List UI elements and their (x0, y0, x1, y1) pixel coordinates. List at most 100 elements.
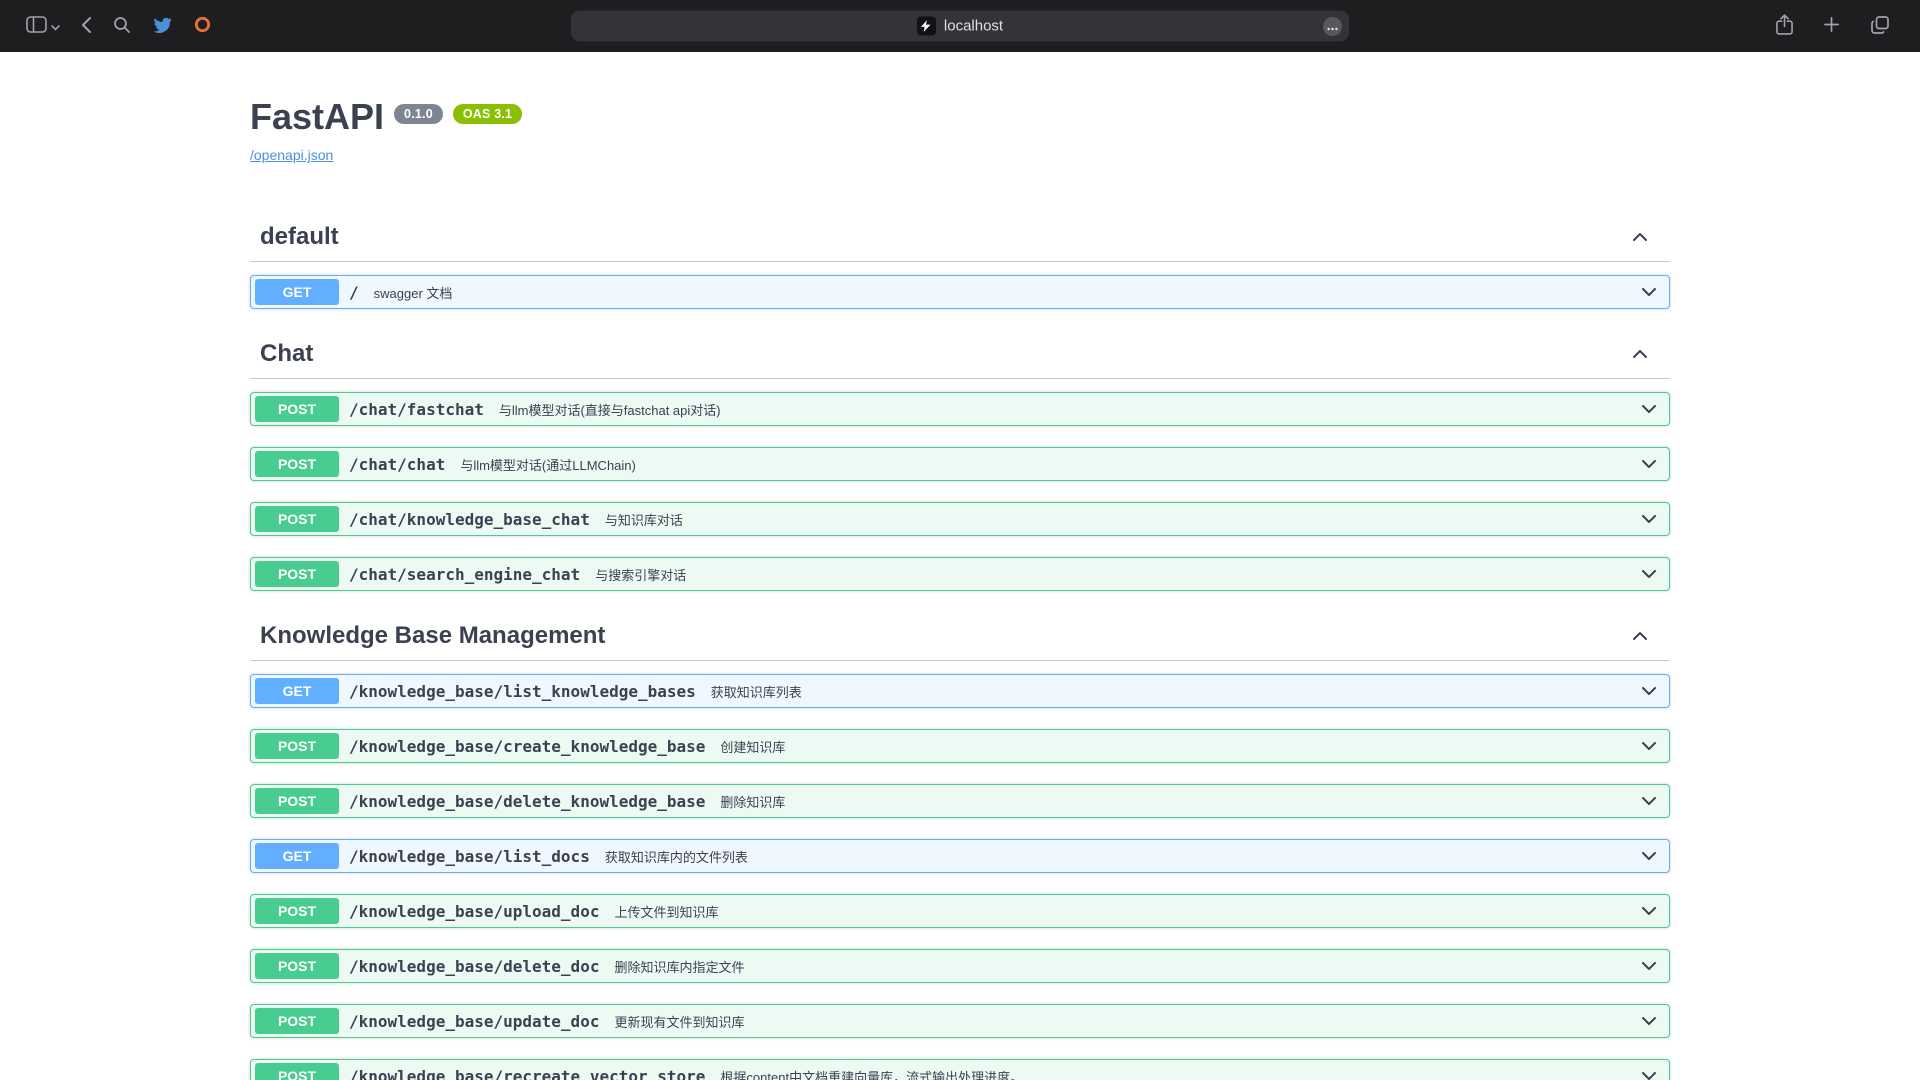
chevron-down-icon (1639, 791, 1659, 811)
method-badge: POST (255, 1008, 339, 1034)
version-badge: 0.1.0 (394, 104, 443, 124)
tab-overview-button[interactable] (1866, 11, 1894, 42)
chevron-down-icon (51, 19, 60, 34)
operation-description: 获取知识库列表 (711, 682, 802, 701)
operation-row[interactable]: POST /knowledge_base/update_doc 更新现有文件到知… (250, 1004, 1670, 1038)
ellipsis-icon (1327, 19, 1338, 34)
api-info: FastAPI 0.1.0 OAS 3.1 /openapi.json (250, 96, 1670, 165)
operation-row[interactable]: POST /knowledge_base/recreate_vector_sto… (250, 1059, 1670, 1080)
method-badge: POST (255, 898, 339, 924)
operation-path: /chat/fastchat (349, 400, 484, 419)
chevron-down-icon (1639, 846, 1659, 866)
operation-description: 上传文件到知识库 (614, 902, 718, 921)
operation-path: /knowledge_base/update_doc (349, 1012, 599, 1031)
operation-row[interactable]: POST /knowledge_base/upload_doc 上传文件到知识库 (250, 894, 1670, 928)
operation-description: swagger 文档 (374, 283, 453, 302)
method-badge: POST (255, 396, 339, 422)
api-sections: default GET / swagger 文档 Chat POST /chat… (250, 213, 1670, 1080)
operation-row[interactable]: POST /chat/knowledge_base_chat 与知识库对话 (250, 502, 1670, 536)
chevron-down-icon (1639, 1011, 1659, 1031)
openapi-spec-link[interactable]: /openapi.json (250, 147, 333, 163)
chevron-down-icon (1639, 681, 1659, 701)
chevron-up-icon (1630, 227, 1650, 247)
bird-extension-icon (152, 16, 172, 36)
operation-path: / (349, 283, 359, 302)
oas-badge: OAS 3.1 (453, 104, 522, 124)
method-badge: POST (255, 733, 339, 759)
operation-description: 与llm模型对话(通过LLMChain) (460, 455, 636, 474)
operation-path: /knowledge_base/list_docs (349, 847, 590, 866)
sidebar-toggle-button[interactable] (22, 12, 64, 40)
section-operations: GET / swagger 文档 (250, 275, 1670, 309)
operation-path: /knowledge_base/upload_doc (349, 902, 599, 921)
operation-description: 与llm模型对话(直接与fastchat api对话) (499, 400, 721, 419)
operation-description: 更新现有文件到知识库 (614, 1012, 744, 1031)
chevron-up-icon (1630, 626, 1650, 646)
page-options-button[interactable] (1323, 17, 1342, 36)
browser-toolbar: localhost (0, 0, 1920, 52)
operation-path: /knowledge_base/recreate_vector_store (349, 1067, 705, 1080)
page-title: FastAPI 0.1.0 OAS 3.1 (250, 96, 1670, 137)
share-icon (1776, 14, 1793, 38)
swagger-page: FastAPI 0.1.0 OAS 3.1 /openapi.json defaul… (0, 52, 1920, 1080)
section-header[interactable]: Chat (250, 330, 1670, 379)
ring-extension-button[interactable] (189, 11, 216, 41)
method-badge: POST (255, 561, 339, 587)
operation-row[interactable]: POST /chat/chat 与llm模型对话(通过LLMChain) (250, 447, 1670, 481)
chevron-down-icon (1639, 454, 1659, 474)
new-tab-button[interactable] (1819, 12, 1844, 40)
address-bar[interactable]: localhost (571, 11, 1349, 42)
operation-path: /knowledge_base/create_knowledge_base (349, 737, 705, 756)
operation-path: /chat/search_engine_chat (349, 565, 580, 584)
operation-row[interactable]: GET /knowledge_base/list_knowledge_bases… (250, 674, 1670, 708)
chevron-down-icon (1639, 1066, 1659, 1080)
chevron-left-icon (81, 16, 92, 37)
share-button[interactable] (1772, 10, 1797, 42)
operation-path: /chat/chat (349, 455, 445, 474)
operation-row[interactable]: GET / swagger 文档 (250, 275, 1670, 309)
search-icon (113, 16, 131, 37)
operation-row[interactable]: POST /knowledge_base/create_knowledge_ba… (250, 729, 1670, 763)
sidebar-icon (26, 16, 47, 36)
section-title: default (260, 223, 339, 251)
operation-description: 与搜索引擎对话 (595, 565, 686, 584)
operation-description: 与知识库对话 (605, 510, 683, 529)
method-badge: POST (255, 788, 339, 814)
plus-icon (1823, 16, 1840, 36)
toolbar-left-group (0, 11, 216, 41)
method-badge: POST (255, 451, 339, 477)
operation-row[interactable]: POST /chat/fastchat 与llm模型对话(直接与fastchat… (250, 392, 1670, 426)
operation-description: 创建知识库 (720, 737, 785, 756)
section-operations: GET /knowledge_base/list_knowledge_bases… (250, 674, 1670, 1080)
section-header[interactable]: Knowledge Base Management (250, 612, 1670, 661)
operation-row[interactable]: POST /knowledge_base/delete_knowledge_ba… (250, 784, 1670, 818)
swagger-container: FastAPI 0.1.0 OAS 3.1 /openapi.json defaul… (230, 96, 1690, 1080)
search-button[interactable] (109, 12, 135, 41)
api-section: Chat POST /chat/fastchat 与llm模型对话(直接与fas… (250, 330, 1670, 591)
method-badge: POST (255, 506, 339, 532)
chevron-down-icon (1639, 509, 1659, 529)
method-badge: GET (255, 279, 339, 305)
section-header[interactable]: default (250, 213, 1670, 262)
ring-extension-icon (193, 15, 212, 37)
chevron-down-icon (1639, 956, 1659, 976)
section-title: Chat (260, 340, 313, 368)
chevron-down-icon (1639, 399, 1659, 419)
operation-path: /knowledge_base/list_knowledge_bases (349, 682, 696, 701)
back-button[interactable] (77, 12, 96, 41)
operation-row[interactable]: GET /knowledge_base/list_docs 获取知识库内的文件列… (250, 839, 1670, 873)
section-operations: POST /chat/fastchat 与llm模型对话(直接与fastchat… (250, 392, 1670, 591)
operation-row[interactable]: POST /chat/search_engine_chat 与搜索引擎对话 (250, 557, 1670, 591)
method-badge: GET (255, 843, 339, 869)
url-text: localhost (944, 18, 1003, 35)
api-title-text: FastAPI (250, 96, 384, 137)
chevron-down-icon (1639, 564, 1659, 584)
section-title: Knowledge Base Management (260, 622, 605, 650)
bird-extension-button[interactable] (148, 12, 176, 40)
method-badge: POST (255, 1063, 339, 1080)
operation-row[interactable]: POST /knowledge_base/delete_doc 删除知识库内指定… (250, 949, 1670, 983)
operation-description: 根据content中文档重建向量库，流式输出处理进度。 (720, 1067, 1023, 1080)
operation-description: 删除知识库内指定文件 (614, 957, 744, 976)
chevron-down-icon (1639, 736, 1659, 756)
tab-overview-icon (1870, 15, 1890, 38)
